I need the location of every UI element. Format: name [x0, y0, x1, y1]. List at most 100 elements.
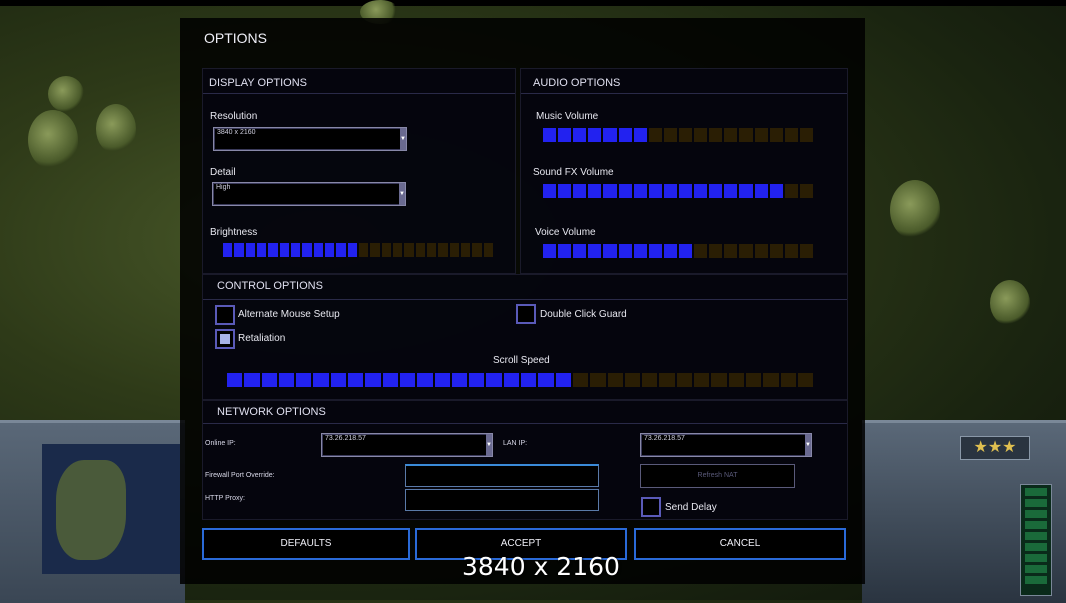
slider-segment[interactable] [521, 373, 537, 387]
sound-fx-volume-slider[interactable] [543, 184, 813, 198]
brightness-slider[interactable] [223, 243, 493, 257]
slider-segment[interactable] [724, 244, 738, 258]
alternate-mouse-setup-checkbox[interactable] [215, 305, 235, 325]
slider-segment[interactable] [603, 184, 617, 198]
cancel-button[interactable]: CANCEL [634, 528, 846, 560]
slider-segment[interactable] [543, 244, 557, 258]
slider-segment[interactable] [234, 243, 244, 257]
slider-segment[interactable] [739, 128, 753, 142]
slider-segment[interactable] [618, 128, 632, 142]
slider-segment[interactable] [381, 243, 391, 257]
slider-segment[interactable] [739, 184, 753, 198]
slider-segment[interactable] [330, 373, 347, 387]
retaliation-checkbox[interactable] [215, 329, 235, 349]
slider-segment[interactable] [694, 244, 708, 258]
slider-segment[interactable] [469, 373, 485, 387]
slider-segment[interactable] [603, 128, 617, 142]
chevron-down-icon[interactable]: ▼ [400, 128, 406, 150]
slider-segment[interactable] [780, 373, 796, 387]
chevron-down-icon[interactable]: ▼ [805, 434, 811, 456]
slider-segment[interactable] [417, 373, 433, 387]
slider-segment[interactable] [558, 184, 572, 198]
slider-segment[interactable] [268, 243, 278, 257]
slider-segment[interactable] [618, 184, 632, 198]
slider-segment[interactable] [648, 128, 662, 142]
slider-segment[interactable] [745, 373, 762, 387]
slider-segment[interactable] [648, 244, 662, 258]
slider-segment[interactable] [278, 373, 295, 387]
slider-segment[interactable] [426, 243, 437, 257]
slider-segment[interactable] [784, 128, 798, 142]
slider-segment[interactable] [313, 373, 329, 387]
slider-segment[interactable] [648, 184, 662, 198]
slider-segment[interactable] [769, 244, 783, 258]
slider-segment[interactable] [336, 243, 346, 257]
slider-segment[interactable] [324, 243, 335, 257]
slider-segment[interactable] [754, 184, 768, 198]
slider-segment[interactable] [404, 243, 414, 257]
slider-segment[interactable] [678, 184, 693, 198]
slider-segment[interactable] [347, 243, 357, 257]
resolution-dropdown[interactable]: 3840 x 2160 ▼ [213, 127, 407, 151]
slider-segment[interactable] [244, 373, 260, 387]
slider-segment[interactable] [358, 243, 369, 257]
slider-segment[interactable] [558, 128, 572, 142]
slider-segment[interactable] [624, 373, 641, 387]
slider-segment[interactable] [588, 184, 602, 198]
slider-segment[interactable] [279, 243, 289, 257]
slider-segment[interactable] [302, 243, 312, 257]
slider-segment[interactable] [572, 373, 589, 387]
slider-segment[interactable] [449, 243, 459, 257]
slider-segment[interactable] [451, 373, 468, 387]
slider-segment[interactable] [724, 184, 738, 198]
slider-segment[interactable] [633, 184, 647, 198]
slider-segment[interactable] [245, 243, 255, 257]
slider-segment[interactable] [709, 244, 723, 258]
slider-segment[interactable] [709, 184, 723, 198]
slider-segment[interactable] [784, 184, 798, 198]
slider-segment[interactable] [460, 243, 471, 257]
slider-segment[interactable] [296, 373, 312, 387]
slider-segment[interactable] [588, 244, 602, 258]
slider-segment[interactable] [603, 244, 617, 258]
refresh-nat-button[interactable]: Refresh NAT [640, 464, 795, 488]
slider-segment[interactable] [256, 243, 267, 257]
slider-segment[interactable] [365, 373, 381, 387]
minimap[interactable] [42, 444, 180, 574]
slider-segment[interactable] [438, 243, 448, 257]
slider-segment[interactable] [543, 128, 557, 142]
online-ip-dropdown[interactable]: 73.26.218.57 ▼ [321, 433, 493, 457]
slider-segment[interactable] [290, 243, 301, 257]
slider-segment[interactable] [663, 184, 677, 198]
slider-segment[interactable] [618, 244, 632, 258]
slider-segment[interactable] [223, 243, 233, 257]
detail-dropdown[interactable]: High ▼ [212, 182, 406, 206]
slider-segment[interactable] [399, 373, 416, 387]
slider-segment[interactable] [763, 373, 779, 387]
slider-segment[interactable] [633, 244, 647, 258]
slider-segment[interactable] [348, 373, 364, 387]
http-proxy-input[interactable] [405, 489, 599, 511]
slider-segment[interactable] [799, 244, 813, 258]
slider-segment[interactable] [799, 128, 813, 142]
defaults-button[interactable]: DEFAULTS [202, 528, 410, 560]
slider-segment[interactable] [472, 243, 482, 257]
slider-segment[interactable] [313, 243, 323, 257]
slider-segment[interactable] [392, 243, 403, 257]
slider-segment[interactable] [663, 244, 677, 258]
slider-segment[interactable] [739, 244, 753, 258]
slider-segment[interactable] [543, 184, 557, 198]
slider-segment[interactable] [799, 184, 813, 198]
voice-volume-slider[interactable] [543, 244, 813, 258]
slider-segment[interactable] [633, 128, 647, 142]
slider-segment[interactable] [588, 128, 602, 142]
slider-segment[interactable] [261, 373, 277, 387]
chevron-down-icon[interactable]: ▼ [399, 183, 405, 205]
slider-segment[interactable] [659, 373, 675, 387]
slider-segment[interactable] [573, 184, 587, 198]
slider-segment[interactable] [538, 373, 554, 387]
slider-segment[interactable] [728, 373, 744, 387]
slider-segment[interactable] [769, 128, 783, 142]
slider-segment[interactable] [694, 184, 708, 198]
slider-segment[interactable] [382, 373, 398, 387]
